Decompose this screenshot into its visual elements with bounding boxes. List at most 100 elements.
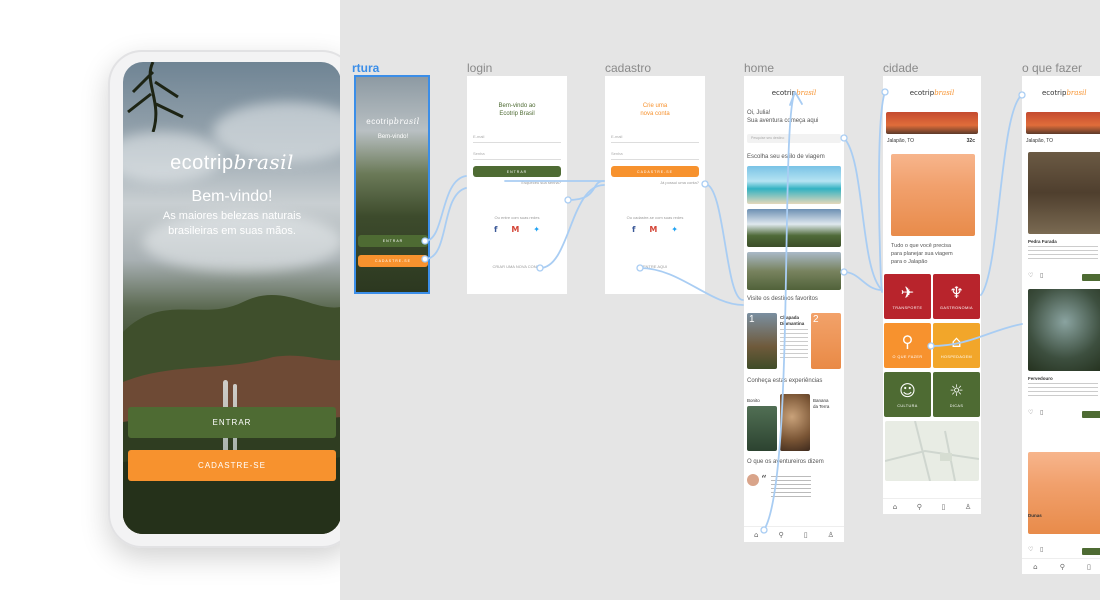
login-title-1: Bem-vindo ao bbox=[498, 103, 536, 109]
cutlery-icon: ♆ bbox=[949, 282, 964, 302]
phone-screen-opening: ecotripbrasil Bem-vindo! As maiores bele… bbox=[123, 62, 341, 534]
attraction-title-3: Dunas bbox=[1028, 513, 1042, 518]
heart-icon[interactable]: ♡ bbox=[1028, 546, 1033, 553]
search-icon[interactable]: ⚲ bbox=[917, 503, 922, 511]
have-account-link[interactable]: Já possui uma conta? bbox=[660, 180, 699, 185]
create-account-link[interactable]: CRIAR UMA NOVA CONTA bbox=[467, 264, 567, 269]
mountain-illustration bbox=[123, 295, 341, 534]
enter-here-link[interactable]: ENTRE AQUI bbox=[605, 264, 705, 269]
favorite-rank-1: 1 bbox=[749, 314, 755, 325]
tile-cultura[interactable]: ☺ CULTURA bbox=[884, 372, 931, 417]
prototype-canvas[interactable]: rtura login cadastro home cidade o que f… bbox=[340, 0, 1100, 600]
twitter-icon[interactable]: ✦ bbox=[671, 225, 678, 234]
dunas-photo[interactable] bbox=[1028, 452, 1100, 534]
home-icon[interactable]: ⌂ bbox=[1033, 563, 1037, 571]
frame-cidade[interactable]: ecotripbrasil Jalapão, TO 32c Tudo o que… bbox=[883, 76, 981, 514]
beach-photo[interactable] bbox=[747, 166, 841, 204]
signup-button[interactable]: CADASTRE-SE bbox=[128, 450, 336, 481]
signup-button[interactable]: CADASTRE-SE bbox=[358, 255, 428, 267]
fervedouro-photo[interactable] bbox=[1028, 289, 1100, 371]
heart-icon[interactable]: ♡ bbox=[1028, 409, 1033, 416]
frame-title-o-que-fazer[interactable]: o que fazer bbox=[1022, 61, 1082, 75]
favorite-subtitle-1: Diamantina bbox=[780, 321, 805, 326]
twitter-icon[interactable]: ✦ bbox=[533, 225, 540, 234]
tile-hospedagem[interactable]: ⌂ HOSPEDAGEM bbox=[933, 323, 980, 368]
connector-signup-cadastro bbox=[424, 187, 467, 260]
tagline-line-1: As maiores belezas naturais bbox=[162, 210, 302, 222]
search-icon[interactable]: ⚲ bbox=[1060, 563, 1065, 571]
connector-cadastro-home bbox=[704, 183, 744, 301]
app-logo: ecotripbrasil bbox=[771, 89, 817, 97]
app-logo: ecotripbrasil bbox=[170, 150, 294, 174]
experience-photo-1[interactable] bbox=[747, 406, 777, 451]
email-field[interactable]: E-mail bbox=[473, 131, 561, 143]
search-input[interactable]: Pesquise seu destino bbox=[747, 134, 841, 143]
tile-dicas[interactable]: ☼ DICAS bbox=[933, 372, 980, 417]
bookmark-icon[interactable]: ▯ bbox=[1040, 409, 1043, 416]
app-logo: ecotripbrasil bbox=[909, 89, 955, 97]
favorite-rank-2: 2 bbox=[813, 314, 819, 325]
tile-gastronomia[interactable]: ♆ GASTRONOMIA bbox=[933, 274, 980, 319]
experience-title-2a: Banana bbox=[813, 398, 829, 403]
frame-login[interactable]: Bem-vindo ao Ecotrip Brasil E-mail Senha… bbox=[467, 76, 567, 294]
gmail-icon[interactable]: M bbox=[649, 225, 657, 234]
frame-cadastro[interactable]: Crie uma nova conta E-mail Senha CADASTR… bbox=[605, 76, 705, 294]
heart-icon[interactable]: ♡ bbox=[1028, 272, 1033, 279]
mountain-photo[interactable] bbox=[747, 252, 841, 290]
home-icon[interactable]: ⌂ bbox=[754, 531, 758, 539]
forgot-password-link[interactable]: Esqueceu sua senha? bbox=[521, 180, 561, 185]
email-field[interactable]: E-mail bbox=[611, 131, 699, 143]
pedra-furada-photo[interactable] bbox=[1028, 152, 1100, 234]
search-icon[interactable]: ⚲ bbox=[779, 531, 784, 539]
see-more-button[interactable] bbox=[1082, 274, 1100, 281]
waterfall-photo[interactable] bbox=[747, 209, 841, 247]
city-location: Jalapão, TO bbox=[887, 138, 915, 144]
bookmark-icon[interactable]: ▯ bbox=[1040, 546, 1043, 553]
greeting: Oi, Julia! bbox=[747, 110, 771, 116]
theater-mask-icon: ☺ bbox=[899, 380, 916, 400]
social-icons: f M ✦ bbox=[494, 225, 540, 234]
enter-button[interactable]: ENTRAR bbox=[128, 407, 336, 438]
city-headline-1: Tudo o que você precisa bbox=[891, 243, 952, 249]
facebook-icon[interactable]: f bbox=[632, 225, 635, 234]
frame-title-login[interactable]: login bbox=[467, 61, 492, 75]
bookmark-icon[interactable]: ▯ bbox=[942, 503, 946, 511]
see-more-button[interactable] bbox=[1082, 411, 1100, 418]
home-icon[interactable]: ⌂ bbox=[893, 503, 897, 511]
bookmark-icon[interactable]: ▯ bbox=[1040, 272, 1043, 279]
frame-title-cadastro[interactable]: cadastro bbox=[605, 61, 651, 75]
bookmark-icon[interactable]: ▯ bbox=[1087, 563, 1091, 571]
enter-button[interactable]: ENTRAR bbox=[358, 235, 428, 247]
section-title-travelers: O que os aventureiros dizem bbox=[747, 459, 824, 465]
frame-title-home[interactable]: home bbox=[744, 61, 774, 75]
gmail-icon[interactable]: M bbox=[511, 225, 519, 234]
favorite-photo-1[interactable]: 1 bbox=[747, 313, 777, 369]
profile-icon[interactable]: ♙ bbox=[965, 503, 971, 511]
lightbulb-icon: ☼ bbox=[949, 380, 964, 400]
facebook-icon[interactable]: f bbox=[494, 225, 497, 234]
city-map[interactable] bbox=[885, 421, 979, 481]
see-more-button[interactable] bbox=[1082, 548, 1100, 555]
login-button[interactable]: ENTRAR bbox=[473, 166, 561, 177]
house-icon: ⌂ bbox=[951, 331, 962, 351]
frame-title-cidade[interactable]: cidade bbox=[883, 61, 918, 75]
tagline-line-2: brasileiras em suas mãos. bbox=[168, 225, 296, 237]
bookmark-icon[interactable]: ▯ bbox=[804, 531, 808, 539]
tile-o-que-fazer[interactable]: ⚲ O QUE FAZER bbox=[884, 323, 931, 368]
bottom-nav: ⌂ ⚲ ▯ ♙ bbox=[883, 498, 981, 514]
connector-photo-cidade bbox=[843, 271, 883, 291]
signup-submit-button[interactable]: CADASTRE-SE bbox=[611, 166, 699, 177]
profile-icon[interactable]: ♙ bbox=[828, 531, 834, 539]
frame-title-abertura[interactable]: rtura bbox=[352, 61, 379, 75]
favorite-photo-2[interactable]: 2 bbox=[811, 313, 841, 369]
experience-photo-2[interactable] bbox=[780, 394, 810, 451]
dunes-photo[interactable] bbox=[891, 154, 975, 236]
password-field[interactable]: Senha bbox=[473, 148, 561, 160]
palm-leaves-illustration bbox=[127, 62, 184, 132]
frame-o-que-fazer[interactable]: ecotripbrasil Jalapão, TO Pedra Furada ♡… bbox=[1022, 76, 1100, 574]
frame-home[interactable]: ecotripbrasil Oi, Julia! Sua aventura co… bbox=[744, 76, 844, 542]
tile-transporte[interactable]: ✈ TRANSPORTE bbox=[884, 274, 931, 319]
frame-abertura[interactable]: ecotripbrasil Bem-vindo! ENTRAR CADASTRE… bbox=[354, 75, 430, 294]
password-field[interactable]: Senha bbox=[611, 148, 699, 160]
bottom-nav: ⌂ ⚲ ▯ ♙ bbox=[744, 526, 844, 542]
